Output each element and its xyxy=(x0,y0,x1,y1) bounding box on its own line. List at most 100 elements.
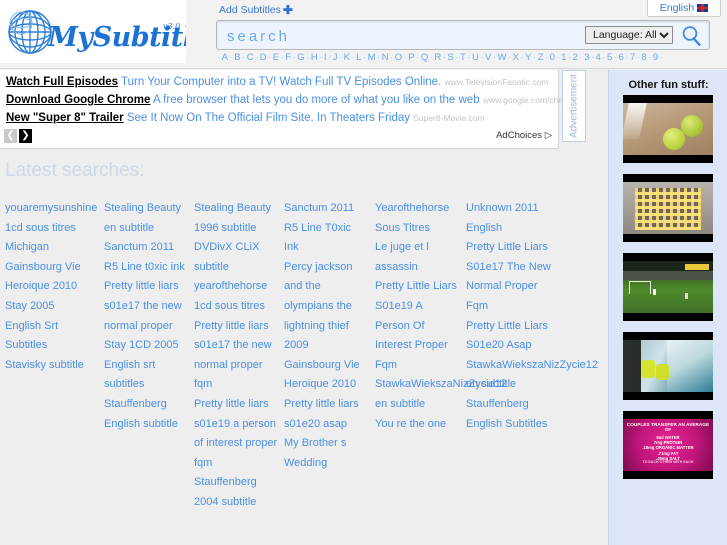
language-switcher-button[interactable]: English xyxy=(647,0,721,17)
search-term-link[interactable]: Gainsbourg Vie xyxy=(284,356,372,376)
search-term-link[interactable]: Percy jackson xyxy=(284,258,372,278)
alphabet-link-r[interactable]: R xyxy=(434,52,442,63)
search-term-link[interactable]: Yearofthehorse xyxy=(375,199,465,219)
search-term-link[interactable]: Normal Proper xyxy=(466,277,566,297)
search-term-link[interactable]: S01e17 The New xyxy=(466,258,566,278)
search-term-link[interactable]: s01e20 asap xyxy=(284,415,372,435)
search-term-link[interactable]: Heroique 2010 xyxy=(5,277,110,297)
search-term-link[interactable]: English Subtitles xyxy=(466,415,566,435)
alphabet-link-3[interactable]: 3 xyxy=(584,52,590,63)
search-term-link[interactable]: Sanctum 2011 xyxy=(104,238,196,258)
search-term-link[interactable]: Pretty Little Liars xyxy=(466,238,566,258)
search-term-link[interactable]: My Brother s xyxy=(284,434,372,454)
alphabet-link-d[interactable]: D xyxy=(259,52,267,63)
search-term-link[interactable]: normal proper xyxy=(104,317,196,337)
ad-item[interactable]: Download Google Chrome A free browser th… xyxy=(6,94,578,106)
search-term-link[interactable]: s01e17 the new xyxy=(104,297,196,317)
search-term-link[interactable]: Pretty Little Liars xyxy=(466,317,566,337)
search-term-link[interactable]: Unknown 2011 xyxy=(466,199,566,219)
search-term-link[interactable]: Pretty little liars xyxy=(194,395,284,415)
alphabet-link-o[interactable]: O xyxy=(394,52,402,63)
search-term-link[interactable]: Interest Proper xyxy=(375,336,465,356)
alphabet-link-1[interactable]: 1 xyxy=(561,52,567,63)
alphabet-link-z[interactable]: Z xyxy=(537,52,544,63)
rescue-workers-ice-video-thumbnail[interactable] xyxy=(623,332,713,400)
alphabet-link-e[interactable]: E xyxy=(272,52,279,63)
alphabet-link-w[interactable]: W xyxy=(497,52,507,63)
search-term-link[interactable]: Pretty little liars xyxy=(104,277,196,297)
search-term-link[interactable]: 2004 subtitle xyxy=(194,493,284,513)
search-term-link[interactable]: Le juge et l xyxy=(375,238,465,258)
search-term-link[interactable]: Sous Titres xyxy=(375,219,465,239)
site-logo[interactable]: MySubtitles v3.0 xyxy=(0,0,186,63)
magnifier-icon[interactable] xyxy=(680,24,704,48)
ad-item[interactable]: Watch Full Episodes Turn Your Computer i… xyxy=(6,76,548,88)
search-term-link[interactable]: S01e19 A xyxy=(375,297,465,317)
search-term-link[interactable]: English xyxy=(466,219,566,239)
search-term-link[interactable]: s01e19 a person xyxy=(194,415,284,435)
search-term-link[interactable]: Stay 1CD 2005 xyxy=(104,336,196,356)
search-term-link[interactable]: olympians the xyxy=(284,297,372,317)
chevron-right-icon[interactable]: ❯ xyxy=(19,129,32,143)
search-term-link[interactable]: yearofthehorse xyxy=(194,277,284,297)
search-term-link[interactable]: subtitles xyxy=(104,375,196,395)
alphabet-link-g[interactable]: G xyxy=(297,52,305,63)
ad-title[interactable]: New "Super 8" Trailer xyxy=(6,112,124,124)
search-term-link[interactable]: English srt xyxy=(104,356,196,376)
search-input[interactable] xyxy=(225,21,589,51)
alphabet-link-9[interactable]: 9 xyxy=(652,52,658,63)
search-term-link[interactable]: DVDivX CLiX xyxy=(194,238,284,258)
search-term-link[interactable]: Wedding xyxy=(284,454,372,474)
alphabet-link-m[interactable]: M xyxy=(367,52,376,63)
alphabet-link-f[interactable]: F xyxy=(285,52,292,63)
search-term-link[interactable]: Fqm xyxy=(466,297,566,317)
alphabet-link-c[interactable]: C xyxy=(246,52,254,63)
alphabet-link-7[interactable]: 7 xyxy=(629,52,635,63)
search-term-link[interactable]: youaremysunshine xyxy=(5,199,110,219)
search-term-link[interactable]: fqm xyxy=(194,375,284,395)
search-term-link[interactable]: English subtitle xyxy=(104,415,196,435)
search-term-link[interactable]: 1cd sous titres xyxy=(194,297,284,317)
search-term-link[interactable]: You re the one xyxy=(375,415,465,435)
alphabet-link-x[interactable]: X xyxy=(512,52,519,63)
couples-fact-video-thumbnail[interactable]: COUPLES TRANSFER AN AVERAGE OF 9ml WATER… xyxy=(623,411,713,479)
alphabet-link-y[interactable]: Y xyxy=(525,52,532,63)
search-term-link[interactable]: Michigan xyxy=(5,238,110,258)
search-term-link[interactable]: Heroique 2010 xyxy=(284,375,372,395)
tennis-balls-video-thumbnail[interactable] xyxy=(623,95,713,163)
search-term-link[interactable]: English Srt xyxy=(5,317,110,337)
search-term-link[interactable]: and the xyxy=(284,277,372,297)
ad-item[interactable]: New "Super 8" Trailer See It Now On The … xyxy=(6,112,485,124)
search-term-link[interactable]: subtitle xyxy=(194,258,284,278)
search-term-link[interactable]: Stealing Beauty xyxy=(104,199,196,219)
search-term-link[interactable]: R5 Line t0xic ink xyxy=(104,258,196,278)
search-term-link[interactable]: Pretty little liars xyxy=(284,395,372,415)
search-term-link[interactable]: Stealing Beauty xyxy=(194,199,284,219)
search-term-link[interactable]: assassin xyxy=(375,258,465,278)
search-term-link[interactable]: Sanctum 2011 xyxy=(284,199,372,219)
search-term-link[interactable]: Stauffenberg xyxy=(104,395,196,415)
chevron-left-icon[interactable]: ❮ xyxy=(4,129,17,143)
language-filter-select[interactable]: Language: All xyxy=(585,26,673,44)
search-term-link[interactable]: fqm xyxy=(194,454,284,474)
alphabet-link-n[interactable]: N xyxy=(381,52,389,63)
search-term-link[interactable]: lightning thief xyxy=(284,317,372,337)
search-term-link[interactable]: en subtitle xyxy=(466,375,566,395)
search-term-link[interactable]: R5 Line T0xic xyxy=(284,219,372,239)
search-term-link[interactable]: Ink xyxy=(284,238,372,258)
football-pitch-video-thumbnail[interactable] xyxy=(623,253,713,321)
adchoices-link[interactable]: AdChoices ▷ xyxy=(496,130,552,141)
alphabet-link-a[interactable]: A xyxy=(221,52,228,63)
search-term-link[interactable]: 2009 xyxy=(284,336,372,356)
search-term-link[interactable]: Stay 2005 xyxy=(5,297,110,317)
search-term-link[interactable]: Fqm xyxy=(375,356,465,376)
search-term-link[interactable]: of interest proper xyxy=(194,434,284,454)
search-term-link[interactable]: normal proper xyxy=(194,356,284,376)
search-term-link[interactable]: en subtitle xyxy=(104,219,196,239)
alphabet-link-5[interactable]: 5 xyxy=(607,52,613,63)
search-term-link[interactable]: Stauffenberg xyxy=(194,473,284,493)
search-term-link[interactable]: Stauffenberg xyxy=(466,395,566,415)
ad-title[interactable]: Watch Full Episodes xyxy=(6,76,118,88)
alphabet-link-q[interactable]: Q xyxy=(420,52,428,63)
search-term-link[interactable]: Pretty Little Liars xyxy=(375,277,465,297)
